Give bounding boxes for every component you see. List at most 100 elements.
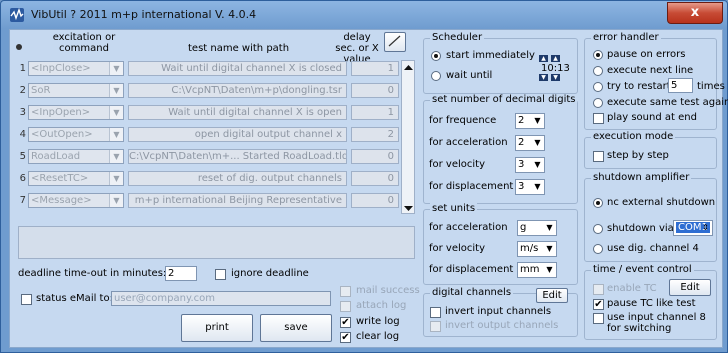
use-input-channel-checkbox[interactable] xyxy=(593,313,604,324)
unit-select[interactable]: m/s ▼ xyxy=(517,241,557,257)
clear-log-checkbox[interactable]: ✔ xyxy=(340,332,351,343)
use-input-channel-label: use input channel 8 for switching xyxy=(607,312,706,334)
status-email-checkbox[interactable] xyxy=(21,294,32,305)
description-box[interactable] xyxy=(18,226,415,259)
scroll-up-icon[interactable] xyxy=(404,64,413,71)
dropdown-arrow-icon: ▼ xyxy=(534,116,541,125)
test-name-cell[interactable]: m+p international Beijing Representative xyxy=(128,193,347,208)
row-number: 4 xyxy=(19,129,26,140)
shutdown-via-radio[interactable] xyxy=(593,224,603,234)
command-select[interactable]: <ResetTC> ▼ xyxy=(28,171,124,186)
decimal-digits-value: 3 xyxy=(518,181,525,192)
command-value: RoadLoad xyxy=(31,151,81,162)
command-select[interactable]: SoR ▼ xyxy=(28,83,124,98)
unit-select[interactable]: g ▼ xyxy=(517,220,557,236)
try-restart-radio[interactable] xyxy=(593,82,603,92)
command-select[interactable]: <InpOpen> ▼ xyxy=(28,105,124,120)
decimal-digits-select[interactable]: 2 ▼ xyxy=(515,135,545,151)
invert-input-checkbox[interactable] xyxy=(430,307,441,318)
minute-up-icon[interactable]: ▲ xyxy=(551,55,560,62)
digital-channels-edit-button[interactable]: Edit xyxy=(536,288,568,303)
delay-cell[interactable]: 0 xyxy=(351,83,399,98)
delay-cell[interactable]: 0 xyxy=(351,171,399,186)
mail-success-checkbox[interactable] xyxy=(340,286,351,297)
status-email-input[interactable]: user@company.com xyxy=(111,291,331,306)
test-name-cell[interactable]: reset of dig. output channels xyxy=(128,171,347,186)
delay-cell[interactable]: 1 xyxy=(351,61,399,76)
enable-tc-label: enable TC xyxy=(607,283,657,294)
decimal-digits-select[interactable]: 3 ▼ xyxy=(515,157,545,173)
wait-time[interactable]: 10:13 xyxy=(541,63,570,74)
scheduler-title: Scheduler xyxy=(430,32,485,43)
restart-count-input[interactable]: 5 xyxy=(668,78,693,93)
close-button[interactable]: x xyxy=(667,2,723,24)
unit-value: m/s xyxy=(520,243,539,254)
command-select[interactable]: <InpClose> ▼ xyxy=(28,61,124,76)
step-by-step-checkbox[interactable] xyxy=(593,151,604,162)
start-immediately-label: start immediately xyxy=(446,50,535,61)
restart-times-label: times xyxy=(697,81,725,92)
command-value: <OutOpen> xyxy=(31,129,93,140)
command-select[interactable]: RoadLoad ▼ xyxy=(28,149,124,164)
pause-on-errors-label: pause on errors xyxy=(607,49,686,60)
play-sound-checkbox[interactable] xyxy=(593,113,604,124)
unit-select[interactable]: mm ▼ xyxy=(517,262,557,278)
pause-on-errors-radio[interactable] xyxy=(593,50,603,60)
execution-mode-group: execution mode step by step xyxy=(584,131,717,169)
nc-external-shutdown-radio[interactable] xyxy=(593,198,603,208)
decimal-digits-select[interactable]: 2 ▼ xyxy=(515,113,545,129)
ignore-deadline-checkbox[interactable] xyxy=(215,269,226,280)
row-number: 3 xyxy=(19,107,26,118)
dropdown-arrow-icon: ▼ xyxy=(546,265,553,274)
decimal-digits-title: set number of decimal digits xyxy=(430,94,578,105)
execute-same-test-radio[interactable] xyxy=(593,98,603,108)
dropdown-arrow-icon: ▼ xyxy=(109,84,123,97)
test-name-cell[interactable]: C:\VcpNT\Daten\m+... Started RoadLoad.tl… xyxy=(128,149,347,164)
decimal-digits-select[interactable]: 3 ▼ xyxy=(515,179,545,195)
test-name-cell[interactable]: Wait until digital channel X is closed xyxy=(128,61,347,76)
print-button[interactable]: print xyxy=(181,314,253,342)
test-name-cell[interactable]: Wait until digital channel X is open xyxy=(128,105,347,120)
time-event-edit-button[interactable]: Edit xyxy=(669,279,711,296)
col-header-excitation: excitation or command xyxy=(52,32,116,54)
edit-sequence-button[interactable] xyxy=(384,32,406,52)
dropdown-arrow-icon: ▼ xyxy=(546,244,553,253)
delay-cell[interactable]: 1 xyxy=(351,105,399,120)
wait-until-radio[interactable] xyxy=(431,71,441,81)
pause-tc-checkbox[interactable]: ✔ xyxy=(593,299,604,310)
row-number: 6 xyxy=(19,173,26,184)
hour-down-icon[interactable]: ▼ xyxy=(539,74,548,81)
delay-cell[interactable]: 0 xyxy=(351,149,399,164)
scheduler-group: Scheduler start immediately wait until ▲… xyxy=(423,32,578,94)
deadline-input[interactable]: 2 xyxy=(165,266,197,281)
start-immediately-radio[interactable] xyxy=(431,51,441,61)
invert-output-checkbox[interactable] xyxy=(430,321,441,332)
clear-log-label: clear log xyxy=(356,331,400,342)
error-handler-title: error handler xyxy=(591,32,661,43)
grid-scrollbar[interactable] xyxy=(401,60,415,214)
hour-up-icon[interactable]: ▲ xyxy=(539,55,548,62)
row-number: 1 xyxy=(19,63,26,74)
write-log-checkbox[interactable]: ✔ xyxy=(340,317,351,328)
delay-cell[interactable]: 2 xyxy=(351,127,399,142)
enable-tc-checkbox[interactable] xyxy=(593,284,604,295)
test-name-cell[interactable]: open digital output channel x xyxy=(128,127,347,142)
attach-log-label: attach log xyxy=(356,300,407,311)
write-log-label: write log xyxy=(356,316,400,327)
unit-row-label: for displacement xyxy=(429,264,514,275)
shutdown-port-select[interactable]: COM1 ⇕ xyxy=(673,220,713,236)
delay-cell[interactable]: 0 xyxy=(351,193,399,208)
scroll-down-icon[interactable] xyxy=(404,205,413,212)
test-name-cell[interactable]: C:\VcpNT\Daten\m+p\dongling.tsr xyxy=(128,83,347,98)
save-button[interactable]: save xyxy=(260,314,332,342)
try-restart-label: try to restart xyxy=(607,81,671,92)
execute-next-line-radio[interactable] xyxy=(593,66,603,76)
command-select[interactable]: <Message> ▼ xyxy=(28,193,124,208)
shutdown-amplifier-group: shutdown amplifier nc external shutdown … xyxy=(584,172,717,262)
time-event-title: time / event control xyxy=(591,264,694,275)
invert-input-label: invert input channels xyxy=(445,306,552,317)
command-select[interactable]: <OutOpen> ▼ xyxy=(28,127,124,142)
use-dig-channel-radio[interactable] xyxy=(593,244,603,254)
attach-log-checkbox[interactable] xyxy=(340,301,351,312)
minute-down-icon[interactable]: ▼ xyxy=(551,74,560,81)
